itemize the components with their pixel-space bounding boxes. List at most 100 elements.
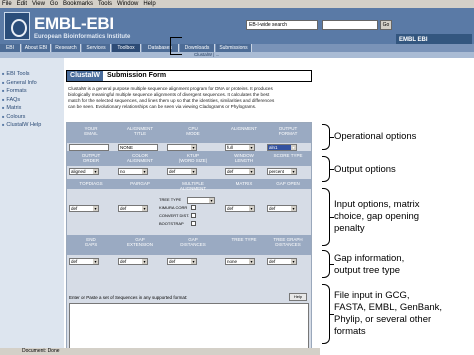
field-label: GAP DISTANCES xyxy=(180,237,206,247)
sequence-upload-label: Enter or Paste a set of Sequences in any… xyxy=(69,295,188,300)
annotation-gap: Gap information, output tree type xyxy=(334,253,405,276)
sidebar: EBI Tools General Info Formats FAQs Matrix Co… xyxy=(0,58,64,355)
sequence-textarea[interactable] xyxy=(69,303,309,353)
field-label: GAP OPEN xyxy=(276,181,300,186)
text-field[interactable] xyxy=(69,144,109,151)
site-logo-subtitle: European Bioinformatics Institute xyxy=(34,34,131,40)
annotation-brace xyxy=(322,284,334,344)
field-label: GAP EXTENSION xyxy=(126,237,153,247)
tree-option-label: CONVERT DIST. xyxy=(159,213,190,218)
field-label: CPU MODE xyxy=(186,126,200,136)
field-label: MATRIX xyxy=(235,181,253,186)
nav-tab[interactable]: About EBI xyxy=(22,44,51,52)
annotation-input: Input options, matrix choice, gap openin… xyxy=(334,199,420,234)
site-header: EMBL-EBI European Bioinformatics Institu… xyxy=(0,8,474,46)
sidebar-item[interactable]: ClustalW Help xyxy=(2,122,41,128)
menu-item[interactable]: Edit xyxy=(17,1,27,7)
option-dropdown[interactable]: def xyxy=(69,205,99,212)
annotation-operational: Operational options xyxy=(334,131,417,142)
main-nav: EBI HomeAbout EBIResearchServicesToolbox… xyxy=(0,44,474,59)
form-title: Submission Form xyxy=(107,72,167,79)
status-bar: Document: Done xyxy=(0,348,320,355)
field-label: SCORE TYPE xyxy=(273,153,303,158)
nav-tab[interactable]: Services xyxy=(82,44,111,52)
search-go-button[interactable]: Go xyxy=(380,20,392,30)
option-dropdown[interactable] xyxy=(167,144,197,151)
option-dropdown[interactable]: none xyxy=(225,258,255,265)
sidebar-item[interactable]: General Info xyxy=(2,80,36,86)
tree-option-checkbox[interactable] xyxy=(191,205,196,210)
search-scope-select[interactable]: EB-I-wide search xyxy=(246,20,318,30)
field-label: COLOR ALIGNMENT xyxy=(126,153,154,163)
nav-tab[interactable]: EBI Home xyxy=(0,44,21,59)
nav-tab[interactable]: Toolbox xyxy=(112,44,141,52)
tree-option-label: KIMURA CORR xyxy=(159,205,188,210)
menu-item[interactable]: Window xyxy=(117,1,138,7)
field-label: WINDOW LENGTH xyxy=(234,153,254,163)
tree-option-checkbox[interactable] xyxy=(191,221,196,226)
option-dropdown[interactable]: def xyxy=(69,258,99,265)
nav-tab[interactable]: Downloads xyxy=(180,44,215,52)
annotation-brace xyxy=(322,124,334,150)
search-input[interactable] xyxy=(322,20,378,30)
menu-item[interactable]: Bookmarks xyxy=(63,1,93,7)
field-label: YOUR EMAIL xyxy=(84,126,98,136)
annotation-brace xyxy=(322,250,334,278)
field-label: ALIGNMENT xyxy=(230,126,258,131)
tree-option-checkbox[interactable] xyxy=(191,213,196,218)
menu-item[interactable]: Go xyxy=(50,1,58,7)
option-dropdown[interactable]: def xyxy=(167,258,197,265)
sidebar-item[interactable]: Formats xyxy=(2,88,26,94)
field-label: TREE GRAPH DISTANCES xyxy=(273,237,303,247)
form-title-tag: ClustalW xyxy=(67,71,103,81)
annotation-output: Output options xyxy=(334,164,396,175)
field-label: MULTIPLE ALIGNMENT xyxy=(179,181,207,191)
sidebar-item[interactable]: FAQs xyxy=(2,97,20,103)
field-label: TREE TYPE xyxy=(231,237,257,242)
tree-option-label: TREE TYPE xyxy=(159,197,182,202)
option-dropdown[interactable]: def xyxy=(118,205,148,212)
option-dropdown[interactable]: no xyxy=(118,168,148,175)
field-label: OUTPUT FORMAT xyxy=(278,126,298,136)
ebi-logo-icon[interactable] xyxy=(4,12,30,40)
sidebar-item[interactable]: EBI Tools xyxy=(2,71,29,77)
option-dropdown[interactable]: def xyxy=(225,168,255,175)
form-title-bar: ClustalW Submission Form xyxy=(66,70,312,82)
sidebar-item[interactable]: Matrix xyxy=(2,105,21,111)
option-dropdown[interactable]: full xyxy=(225,144,255,151)
annotation-brace xyxy=(322,156,334,182)
help-button[interactable]: Help xyxy=(289,293,307,301)
intro-text: ClustalW is a general purpose multiple s… xyxy=(68,86,312,110)
menu-item[interactable]: View xyxy=(32,1,45,7)
sidebar-item[interactable]: Colours xyxy=(2,114,25,120)
field-label: ALIGNMENT TITLE xyxy=(126,126,154,136)
option-dropdown[interactable]: aln1 xyxy=(267,144,297,151)
nav-tab[interactable]: Research xyxy=(52,44,81,52)
option-dropdown[interactable]: def xyxy=(267,205,297,212)
nav-tab[interactable]: Submissions xyxy=(216,44,252,52)
option-dropdown[interactable]: def xyxy=(118,258,148,265)
toolbox-marker xyxy=(170,37,182,55)
field-label: OUTPUT ORDER xyxy=(81,153,101,163)
option-dropdown[interactable]: aligned xyxy=(69,168,99,175)
field-label: END GAPS xyxy=(84,237,98,247)
option-dropdown[interactable]: def xyxy=(225,205,255,212)
annotation-brace xyxy=(322,188,334,246)
clustalw-form: Enter or Paste a set of Sequences in any… xyxy=(66,122,312,354)
field-label: KTUP (WORD SIZE) xyxy=(178,153,208,163)
tree-option-label: BOOTSTRAP xyxy=(159,221,184,226)
menu-item[interactable]: Help xyxy=(143,1,155,7)
field-label: PAIRGAP xyxy=(130,181,150,186)
intro-line: can be seen. Evolutionary relationships … xyxy=(68,104,257,109)
option-dropdown[interactable]: def xyxy=(267,258,297,265)
field-label: TOPDIAGS xyxy=(79,181,103,186)
tree-type-dropdown[interactable] xyxy=(187,197,215,204)
option-dropdown[interactable]: def xyxy=(167,168,197,175)
text-field[interactable]: NONE xyxy=(118,144,158,151)
menu-item[interactable]: Tools xyxy=(98,1,112,7)
annotation-file-input: File input in GCG, FASTA, EMBL, GenBank,… xyxy=(334,290,443,337)
option-dropdown[interactable]: percent xyxy=(267,168,297,175)
sub-nav: ClustalW | ... xyxy=(0,52,474,58)
site-logo-text[interactable]: EMBL-EBI xyxy=(34,14,114,34)
menu-item[interactable]: File xyxy=(2,1,12,7)
